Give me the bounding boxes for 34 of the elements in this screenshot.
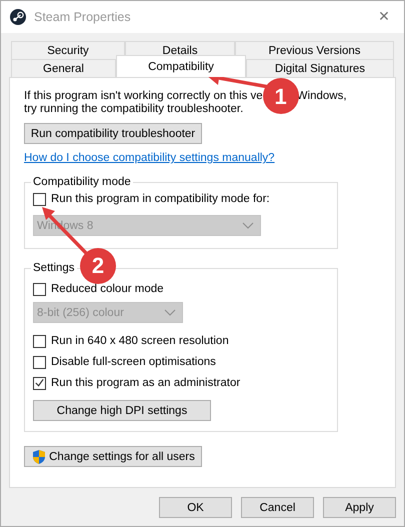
checkbox-label: Run this program as an administrator: [51, 377, 240, 389]
tab[interactable]: Compatibility: [116, 55, 246, 77]
chevron-down-icon: [242, 222, 254, 230]
dpi-settings-button[interactable]: Change high DPI settings: [33, 400, 211, 421]
intro-text: try running the compatibility troubleshooter.: [24, 103, 244, 116]
step-badge: 1: [262, 78, 299, 114]
troubleshooter-button[interactable]: Run compatibility troubleshooter: [24, 123, 202, 144]
tab[interactable]: General: [11, 59, 116, 77]
checkbox[interactable]: [33, 334, 46, 348]
tab[interactable]: Digital Signatures: [246, 59, 394, 77]
checkbox-label: Reduced colour mode: [51, 283, 164, 295]
group-label: Settings: [32, 262, 76, 275]
intro-text: Windows,: [296, 90, 347, 103]
checkbox-label: Run this program in compatibility mode for:: [51, 193, 270, 205]
dialog-button[interactable]: OK: [159, 497, 232, 518]
help-link[interactable]: How do I choose compatibility settings manually?: [24, 152, 275, 165]
close-button[interactable]: ✕: [364, 1, 404, 33]
steam-logo-icon: [10, 9, 26, 25]
checkbox[interactable]: [33, 376, 46, 390]
intro-text: If this program isn't working correctly on this ve: [24, 90, 263, 103]
tab[interactable]: Previous Versions: [235, 41, 394, 59]
shield-icon: [31, 448, 48, 464]
group-label: Compatibility mode: [32, 176, 132, 189]
checkbox[interactable]: [33, 192, 46, 206]
window-title: Steam Properties: [34, 10, 132, 24]
checkbox[interactable]: [33, 356, 46, 368]
checkbox[interactable]: [33, 282, 46, 296]
dialog-button[interactable]: Apply: [323, 497, 396, 518]
checkbox-label: Disable full-screen optimisations: [51, 356, 216, 368]
all-users-button[interactable]: Change settings for all users: [24, 446, 202, 467]
checkbox-label: Run in 640 x 480 screen resolution: [51, 335, 229, 347]
chevron-down-icon: [164, 308, 176, 316]
dialog-button[interactable]: Cancel: [241, 497, 314, 518]
tab[interactable]: Security: [11, 41, 125, 59]
